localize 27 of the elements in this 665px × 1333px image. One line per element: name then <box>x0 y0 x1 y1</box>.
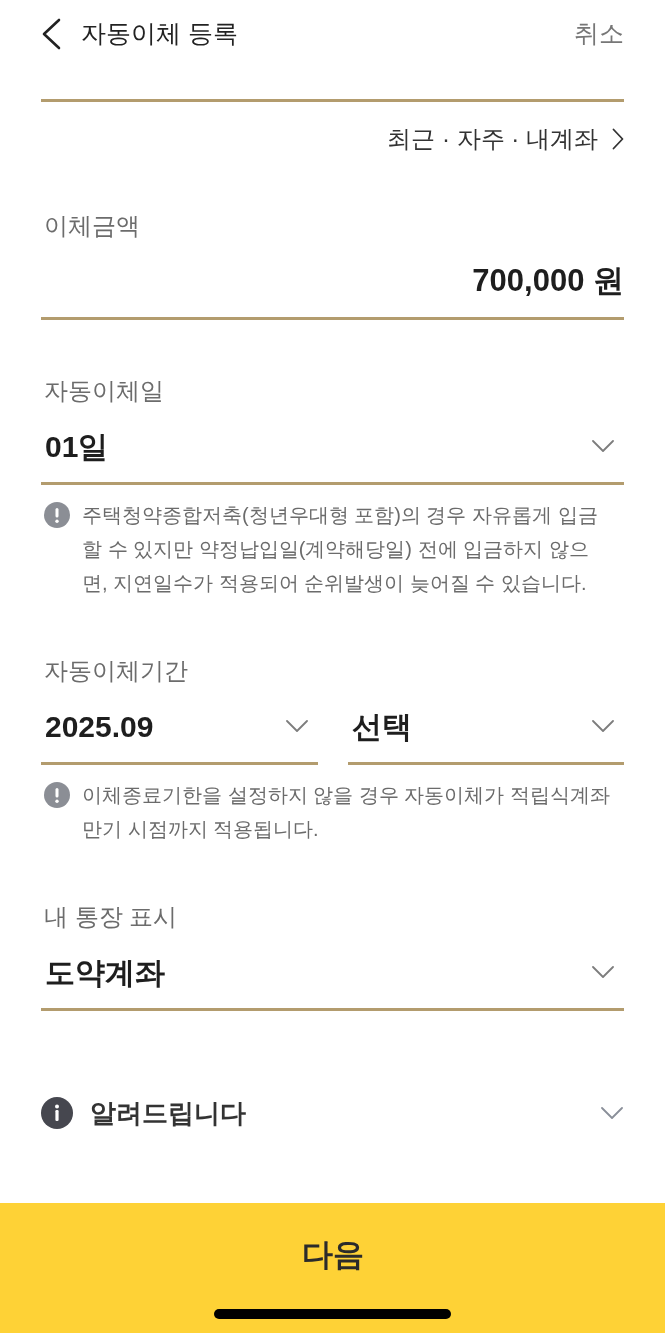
info-accordion[interactable]: 알려드립니다 <box>41 1085 624 1141</box>
account-shortcut-link[interactable]: 최근 · 자주 · 내계좌 <box>387 123 624 155</box>
field-label: 자동이체일 <box>43 376 165 406</box>
chevron-down-icon <box>592 720 614 732</box>
notice-text: 이체종료기한을 설정하지 않을 경우 자동이체가 적립식계좌 만기 시점까지 적용됩니다. <box>82 783 611 842</box>
chevron-down-icon <box>285 720 308 732</box>
chevron-right-icon <box>612 128 624 150</box>
dropdown-select[interactable]: 2025.09 <box>41 686 318 765</box>
notice-text: 주택청약종합저축(청년우대형 포함)의 경우 자유롭게 입금할 수 있지만 약정납입일(계약해당일) 전에 입금하지 않으면, 지연일수가 적용되어 순위발생이 늦어질 수 있습니다. <box>82 503 599 596</box>
cancel-button[interactable]: 취소 <box>574 15 624 53</box>
next-button[interactable]: 다음 <box>0 1203 665 1333</box>
info-icon <box>41 1097 73 1129</box>
dropdown-select[interactable]: 01일 <box>41 406 624 485</box>
dropdown-select[interactable]: 선택 <box>347 686 624 765</box>
exclamation-circle-icon <box>44 502 70 528</box>
amount-field[interactable]: 700,000 원 <box>41 241 624 320</box>
exclamation-circle-icon <box>44 782 70 808</box>
field-label: 이체금액 <box>43 211 141 241</box>
back-button[interactable] <box>41 18 61 50</box>
chevron-down-icon <box>601 1107 623 1119</box>
dropdown-select[interactable]: 도약계좌 <box>41 932 624 1011</box>
chevron-down-icon <box>592 440 614 452</box>
field-label: 내 통장 표시 <box>43 902 179 932</box>
chevron-down-icon <box>592 966 614 978</box>
header-title: 자동이체 등록 <box>81 18 238 50</box>
field-label: 자동이체기간 <box>43 656 189 686</box>
chevron-left-icon <box>41 18 61 50</box>
